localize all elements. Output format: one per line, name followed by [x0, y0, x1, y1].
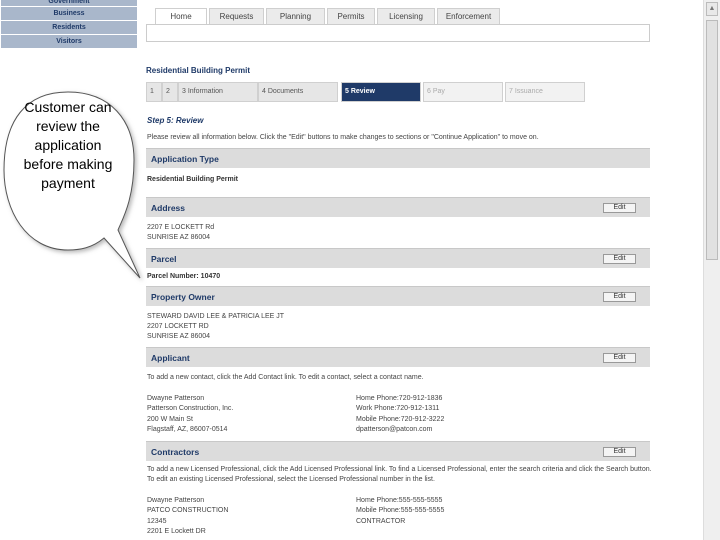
- section-applicant: Applicant Edit: [146, 347, 650, 367]
- edit-parcel-button[interactable]: Edit: [603, 254, 636, 264]
- applicant-street: 200 W Main St: [147, 416, 193, 423]
- owner-line-2: 2207 LOCKETT RD: [147, 323, 209, 330]
- tab-licensing[interactable]: Licensing: [377, 8, 435, 24]
- contractor-name-link[interactable]: Dwayne Patterson: [147, 497, 204, 504]
- step-3-information[interactable]: 3 Information: [178, 82, 258, 102]
- scroll-up-arrow-icon[interactable]: ▲: [706, 2, 718, 16]
- section-contractors: Contractors Edit: [146, 441, 650, 461]
- tab-home[interactable]: Home: [155, 8, 207, 24]
- application-type-value: Residential Building Permit: [147, 176, 239, 183]
- edit-contractors-button[interactable]: Edit: [603, 447, 636, 457]
- sidebar-item-business[interactable]: Business: [1, 7, 137, 20]
- contractor-home-phone: Home Phone:555-555-5555: [356, 497, 443, 504]
- tab-permits[interactable]: Permits: [327, 8, 375, 24]
- scrollbar-thumb[interactable]: [706, 20, 718, 260]
- edit-property-owner-button[interactable]: Edit: [603, 292, 636, 302]
- review-instruction: Please review all information below. Cli…: [147, 134, 539, 141]
- section-property-owner: Property Owner Edit: [146, 286, 650, 306]
- applicant-mobile-phone: Mobile Phone:720-912-3222: [356, 416, 445, 423]
- owner-line-1: STEWARD DAVID LEE & PATRICIA LEE JT: [147, 313, 285, 320]
- step-4-documents[interactable]: 4 Documents: [258, 82, 338, 102]
- applicant-work-phone: Work Phone:720-912-1311: [356, 405, 440, 412]
- main-content: Home Requests Planning Permits Licensing…: [138, 0, 703, 540]
- step-6-pay: 6 Pay: [423, 82, 503, 102]
- tab-content-box: [146, 24, 650, 42]
- applicant-city: Flagstaff, AZ, 86007-0514: [147, 426, 228, 433]
- top-tabs: Home Requests Planning Permits Licensing…: [155, 8, 502, 24]
- contractors-instruction-1: To add a new Licensed Professional, clic…: [147, 466, 652, 473]
- applicant-email: dpatterson@patcon.com: [356, 426, 433, 433]
- contractor-license-number: 12345: [147, 518, 167, 525]
- step-2[interactable]: 2: [162, 82, 178, 102]
- contractors-instruction-2: To edit an existing Licensed Professiona…: [147, 476, 435, 483]
- address-line-2: SUNRISE AZ 86004: [147, 234, 211, 241]
- vertical-scrollbar[interactable]: ▲: [703, 0, 720, 540]
- section-title: Applicant: [151, 353, 190, 363]
- step-progress-bar: 1 2 3 Information 4 Documents 5 Review 6…: [146, 82, 586, 102]
- contractor-type: CONTRACTOR: [356, 518, 406, 525]
- section-application-type: Application Type: [146, 148, 650, 168]
- step-1[interactable]: 1: [146, 82, 162, 102]
- edit-applicant-button[interactable]: Edit: [603, 353, 636, 363]
- tab-requests[interactable]: Requests: [209, 8, 264, 24]
- section-title: Property Owner: [151, 292, 215, 302]
- edit-address-button[interactable]: Edit: [603, 203, 636, 213]
- section-title: Application Type: [151, 154, 219, 164]
- section-title: Parcel: [151, 254, 177, 264]
- contractor-company: PATCO CONSTRUCTION: [147, 507, 229, 514]
- sidebar-item-visitors[interactable]: Visitors: [1, 35, 137, 48]
- parcel-number: Parcel Number: 10470: [147, 273, 221, 280]
- page-title: Residential Building Permit: [146, 66, 251, 75]
- step-heading: Step 5: Review: [147, 116, 204, 125]
- tab-enforcement[interactable]: Enforcement: [437, 8, 500, 24]
- applicant-company: Patterson Construction, Inc.: [147, 405, 234, 412]
- step-5-review: 5 Review: [341, 82, 421, 102]
- address-line-1: 2207 E LOCKETT Rd: [147, 224, 215, 231]
- section-address: Address Edit: [146, 197, 650, 217]
- applicant-instruction: To add a new contact, click the Add Cont…: [147, 374, 424, 381]
- tab-planning[interactable]: Planning: [266, 8, 325, 24]
- applicant-name-link[interactable]: Dwayne Patterson: [147, 395, 204, 402]
- section-title: Address: [151, 203, 186, 213]
- section-title: Contractors: [151, 447, 200, 457]
- sidebar-item-residents[interactable]: Residents: [1, 21, 137, 34]
- sidebar-item-government[interactable]: Government: [1, 0, 137, 6]
- applicant-home-phone: Home Phone:720-912-1836: [356, 395, 443, 402]
- contractor-address: 2201 E Lockett DR: [147, 528, 206, 535]
- callout-text: Customer can review the application befo…: [23, 99, 113, 191]
- step-7-issuance: 7 Issuance: [505, 82, 585, 102]
- owner-line-3: SUNRISE AZ 86004: [147, 333, 211, 340]
- section-parcel: Parcel Edit: [146, 248, 650, 268]
- contractor-mobile-phone: Mobile Phone:555-555-5555: [356, 507, 445, 514]
